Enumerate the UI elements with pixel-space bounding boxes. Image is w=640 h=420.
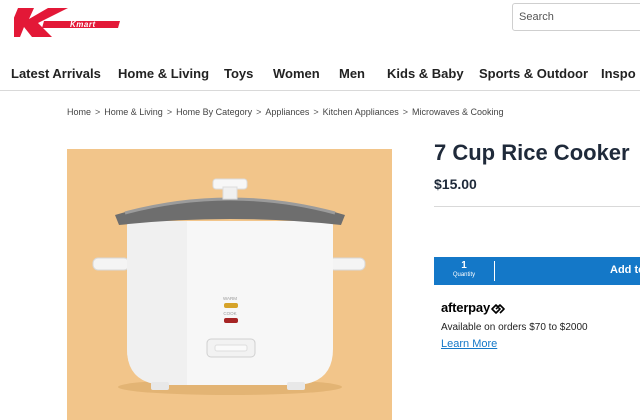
add-to-cart-button[interactable]: Add to Cart [610, 264, 640, 276]
breadcrumb-home-by-category[interactable]: Home By Category [176, 107, 252, 117]
nav-divider [0, 90, 640, 91]
afterpay-arrows-icon [491, 303, 505, 314]
price-divider [434, 206, 640, 207]
nav-toys[interactable]: Toys [224, 66, 253, 81]
nav-latest-arrivals[interactable]: Latest Arrivals [11, 66, 101, 81]
quantity-divider [494, 261, 495, 281]
nav-kids-baby[interactable]: Kids & Baby [387, 66, 464, 81]
quantity-label: Quantity [452, 272, 476, 278]
breadcrumb: Home > Home & Living > Home By Category > Appl… [67, 107, 504, 117]
breadcrumb-separator: > [256, 107, 262, 117]
breadcrumb-separator: > [95, 107, 101, 117]
quantity-value: 1 [461, 260, 467, 271]
add-to-cart-bar: 1 Quantity Add to Cart [434, 257, 640, 285]
warm-label: WARM [223, 296, 237, 301]
kmart-logo-text: Kmart [70, 20, 96, 29]
afterpay-logo-text: afterpay [441, 300, 490, 315]
breadcrumb-home-living[interactable]: Home & Living [104, 107, 163, 117]
product-price: $15.00 [434, 176, 477, 192]
afterpay-learn-more-link[interactable]: Learn More [441, 338, 497, 350]
breadcrumb-kitchen-appliances[interactable]: Kitchen Appliances [323, 107, 399, 117]
product-title: 7 Cup Rice Cooker [434, 140, 630, 165]
search-input[interactable] [512, 3, 640, 31]
afterpay-description: Available on orders $70 to $2000 [441, 322, 588, 333]
nav-home-living[interactable]: Home & Living [118, 66, 209, 81]
quantity-selector[interactable]: 1 Quantity [434, 257, 494, 285]
product-image[interactable]: WARM COOK [67, 149, 392, 420]
kmart-logo[interactable]: Kmart [6, 6, 122, 38]
breadcrumb-microwaves-cooking[interactable]: Microwaves & Cooking [412, 107, 504, 117]
breadcrumb-separator: > [402, 107, 408, 117]
breadcrumb-appliances[interactable]: Appliances [265, 107, 309, 117]
main-nav: Latest Arrivals Home & Living Toys Women… [0, 62, 640, 90]
cook-label: COOK [223, 311, 236, 316]
nav-women[interactable]: Women [273, 66, 320, 81]
breadcrumb-separator: > [313, 107, 319, 117]
breadcrumb-separator: > [166, 107, 173, 117]
afterpay-logo: afterpay [441, 300, 505, 315]
nav-inspo[interactable]: Inspo [601, 66, 636, 81]
nav-sports-outdoor[interactable]: Sports & Outdoor [479, 66, 588, 81]
rice-cooker-illustration: WARM COOK [92, 178, 366, 395]
nav-men[interactable]: Men [339, 66, 365, 81]
breadcrumb-home[interactable]: Home [67, 107, 91, 117]
kmart-logo-mark: Kmart [6, 8, 120, 37]
